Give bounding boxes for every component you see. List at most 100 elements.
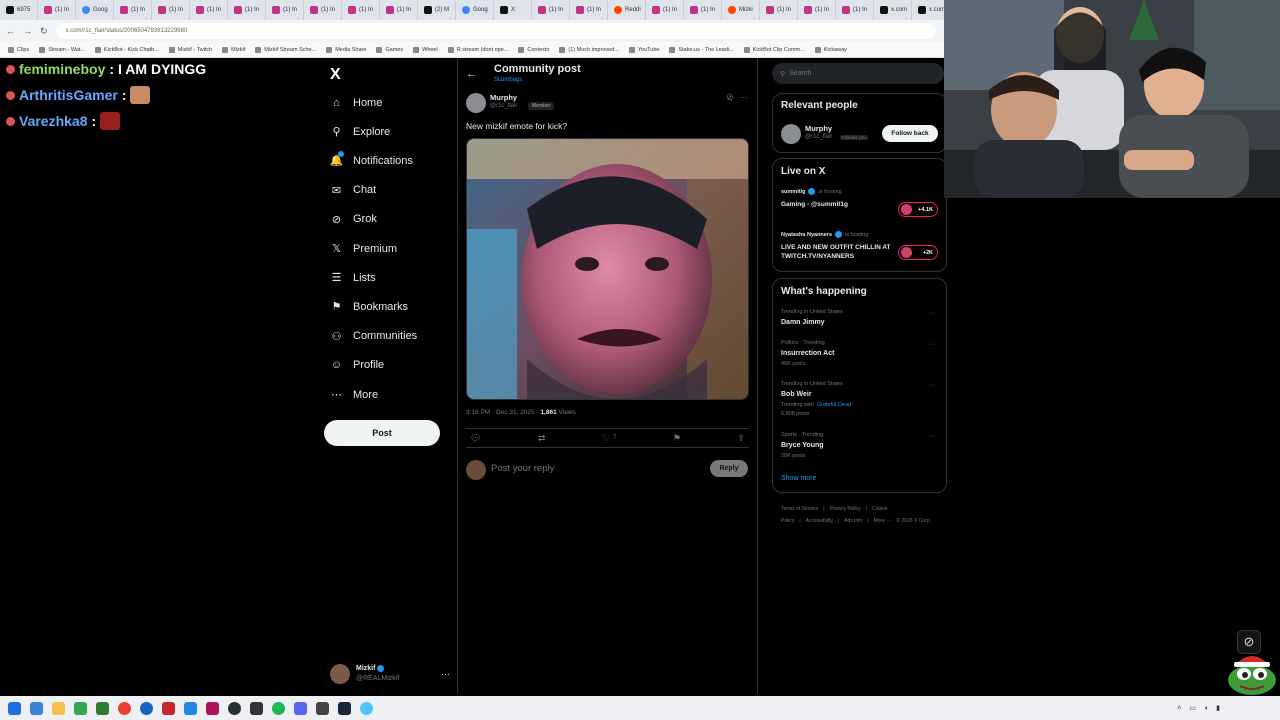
trend-name[interactable]: Bob Weir <box>781 391 812 398</box>
browser-tab[interactable]: 6975 <box>0 0 38 20</box>
sidebar-item-more[interactable]: ⋯ More <box>330 388 378 402</box>
battery-icon[interactable]: ▮ <box>1216 704 1220 712</box>
bookmark-item[interactable]: Mizkif - Twitch <box>168 46 212 53</box>
live-title-text[interactable]: LIVE AND NEW OUTFIT CHILLIN AT TWITCH.TV… <box>781 243 899 261</box>
relevant-name[interactable]: Murphy <box>805 124 832 133</box>
taskbar-app-icon[interactable] <box>96 701 109 715</box>
reply-icon[interactable]: 💬︎ <box>470 433 481 444</box>
author-name[interactable]: Murphy <box>490 93 517 102</box>
bookmark-item[interactable]: (1) Much improved... <box>559 46 619 53</box>
bookmark-item[interactable]: R.stream (dont ope... <box>447 46 508 53</box>
bookmark-item[interactable]: Media Share <box>326 46 366 53</box>
taskbar-app-icon[interactable] <box>250 701 263 715</box>
live-host[interactable]: Nyatasha Nyanners is hosting <box>781 231 868 238</box>
sidebar-item-grok[interactable]: ⊘ Grok <box>330 213 377 226</box>
browser-tab[interactable]: (1) In <box>304 0 342 20</box>
sidebar-item-bookmarks[interactable]: ⚑ Bookmarks <box>330 300 408 314</box>
browser-tab[interactable]: x.com <box>874 0 912 20</box>
bookmark-item[interactable]: Contexto <box>518 46 549 53</box>
bookmark-item[interactable]: Mizkif Stream Sche... <box>255 46 316 53</box>
relevant-avatar[interactable] <box>781 124 801 144</box>
browser-tab[interactable]: (1) In <box>570 0 608 20</box>
browser-tab[interactable]: x.com <box>912 0 944 20</box>
reply-button[interactable]: Reply <box>710 460 748 477</box>
bookmark-item[interactable]: Stake.us - The Leadi... <box>669 46 734 53</box>
steam-icon[interactable] <box>338 701 351 715</box>
sidebar-item-explore[interactable]: ⚲ Explore <box>330 125 390 139</box>
bookmark-item[interactable]: Kickaway <box>814 46 847 53</box>
start-icon[interactable] <box>8 701 21 715</box>
reply-input[interactable]: Post your reply <box>491 463 554 474</box>
footer-link[interactable]: © 2026 X Corp. <box>896 518 931 524</box>
browser-tab[interactable]: (1) In <box>836 0 874 20</box>
live-listener-count[interactable]: +4.1K <box>898 202 938 217</box>
browser-tab[interactable]: X <box>494 0 532 20</box>
post-button[interactable]: Post <box>324 420 440 446</box>
trend-name[interactable]: Insurrection Act <box>781 350 834 357</box>
browser-tab[interactable]: (1) In <box>646 0 684 20</box>
back-arrow-icon[interactable]: ← <box>6 26 15 36</box>
grok-icon[interactable]: ⊘ <box>726 92 734 102</box>
browser-tab[interactable]: (1) In <box>760 0 798 20</box>
chrome-icon[interactable] <box>118 701 131 715</box>
browser-tab[interactable]: (1) In <box>114 0 152 20</box>
sidebar-item-lists[interactable]: ☰ Lists <box>330 271 376 285</box>
browser-tab[interactable]: (1) In <box>152 0 190 20</box>
browser-tab[interactable]: (1) In <box>798 0 836 20</box>
network-icon[interactable]: ▭ <box>1189 704 1196 712</box>
post-options[interactable]: ⊘ ··· <box>726 92 748 103</box>
bookmark-item[interactable]: Clips <box>8 46 29 53</box>
taskbar-app-icon[interactable] <box>360 701 373 715</box>
obs-icon[interactable] <box>228 701 241 715</box>
trend-more-icon[interactable]: ··· <box>929 341 936 348</box>
author-avatar[interactable] <box>466 93 486 113</box>
bookmark-item[interactable]: Games <box>376 46 403 53</box>
author-handle[interactable]: @r1c_flair · <box>490 103 521 109</box>
post-media-image[interactable] <box>466 138 749 400</box>
browser-tab[interactable]: (1) In <box>684 0 722 20</box>
discord-icon[interactable] <box>294 701 307 715</box>
footer-link[interactable]: Terms of Service <box>781 506 818 512</box>
browser-tab[interactable]: (1) In <box>228 0 266 20</box>
more-dots-icon[interactable]: ··· <box>441 669 450 679</box>
bookmark-icon[interactable]: ⚑ <box>673 433 681 444</box>
taskbar-app-icon[interactable] <box>184 701 197 715</box>
follow-back-button[interactable]: Follow back <box>882 125 938 142</box>
trending-with-link[interactable]: Grateful Dead <box>817 402 851 408</box>
more-dots-icon[interactable]: ··· <box>739 92 748 102</box>
sidebar-item-communities[interactable]: ⚇ Communities <box>330 330 418 343</box>
browser-tab[interactable]: (1) In <box>190 0 228 20</box>
browser-tab[interactable]: Mizki <box>722 0 760 20</box>
browser-tab[interactable]: (1) In <box>532 0 570 20</box>
reload-icon[interactable]: ↻ <box>40 26 48 37</box>
sidebar-item-home[interactable]: ⌂ Home <box>330 96 382 109</box>
taskbar-app-icon[interactable] <box>316 701 329 715</box>
live-listener-count[interactable]: +2K <box>898 245 938 260</box>
taskbar-app-icon[interactable] <box>74 701 87 715</box>
community-link[interactable]: Scumbags <box>494 77 522 83</box>
account-switcher[interactable]: Mizkif @REALMizkif ··· <box>330 662 450 686</box>
spotify-icon[interactable] <box>272 701 285 715</box>
taskbar-app-icon[interactable] <box>30 701 43 715</box>
sidebar-item-chat[interactable]: ✉ Chat <box>330 184 376 197</box>
bookmark-item[interactable]: Mizkif <box>222 46 245 53</box>
forward-arrow-icon[interactable]: → <box>23 26 32 36</box>
browser-tab[interactable]: (1) In <box>38 0 76 20</box>
chevron-up-icon[interactable]: ˄ <box>1177 705 1181 712</box>
share-icon[interactable]: ⇪ <box>737 433 745 444</box>
bookmark-item[interactable]: YouTube <box>628 46 659 53</box>
taskbar-app-icon[interactable] <box>140 701 153 715</box>
footer-link[interactable]: Privacy Policy <box>830 506 861 512</box>
search-input[interactable]: ⚲ Search <box>772 63 944 84</box>
browser-tab[interactable]: (1) In <box>342 0 380 20</box>
live-host[interactable]: summitlg is hosting <box>781 188 842 195</box>
live-title-text[interactable]: Gaming - @summit1g <box>781 200 891 209</box>
volume-icon[interactable]: ◖ <box>1204 705 1208 712</box>
folder-icon[interactable] <box>52 701 65 715</box>
trend-more-icon[interactable]: ··· <box>929 382 936 389</box>
footer-link[interactable]: More ··· <box>874 518 892 524</box>
x-logo-icon[interactable]: X <box>330 66 341 84</box>
bookmark-item[interactable]: KickBot - Kick Chatb... <box>95 46 159 53</box>
trend-more-icon[interactable]: ··· <box>929 433 936 440</box>
browser-tab[interactable]: Reddi <box>608 0 646 20</box>
